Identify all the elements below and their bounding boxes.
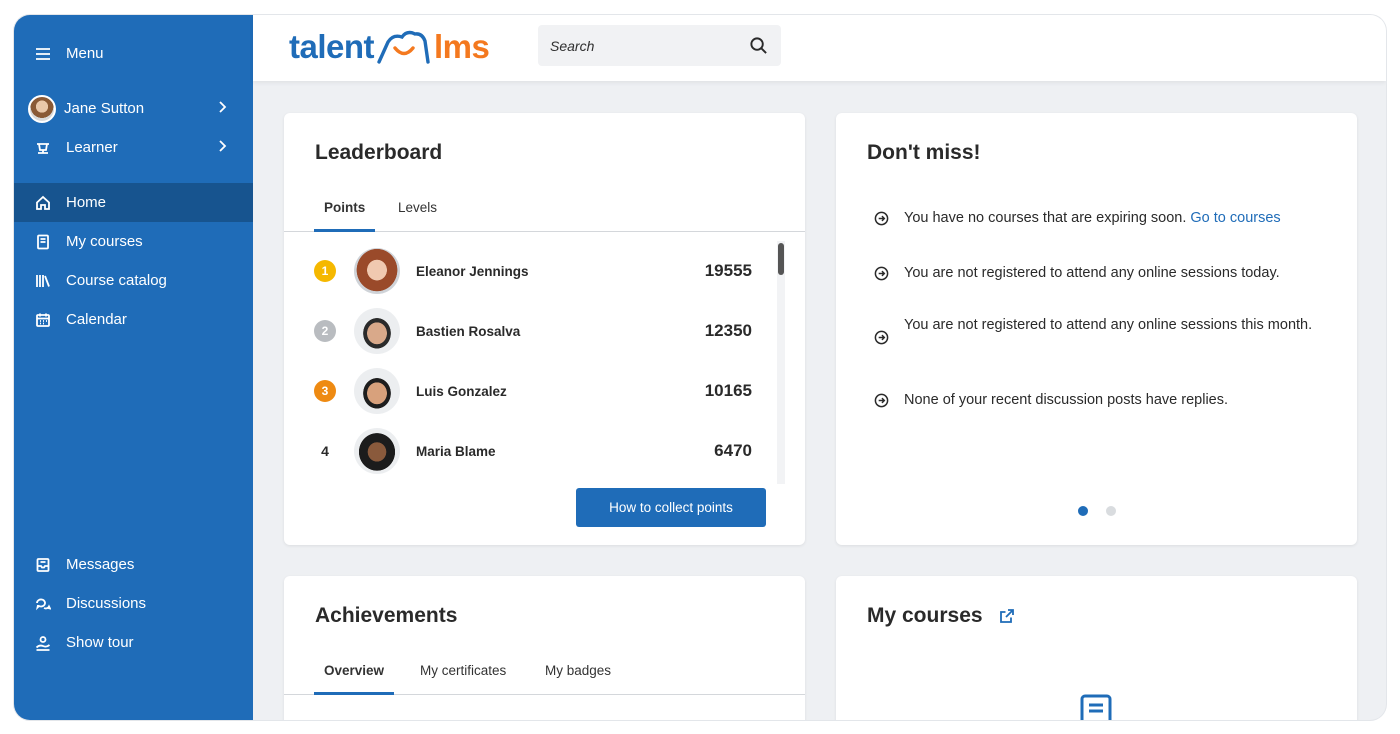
learner-points: 12350 [704,321,752,340]
avatar [354,368,400,414]
leaderboard-row[interactable]: 4 Maria Blame 6470 [314,421,752,481]
learner-points: 19555 [704,261,752,280]
app-frame: Menu Jane Sutton Learner Home My courses… [14,15,1386,720]
sidebar-item-label: Messages [66,556,135,573]
notice-item: You are not registered to attend any onl… [874,313,1314,345]
arrow-circle-icon [874,210,890,226]
learner-points: 10165 [704,381,752,400]
sidebar-item-label: Discussions [66,595,147,612]
tour-icon [34,634,52,652]
sidebar-item-discussions[interactable]: Discussions [14,584,253,623]
notice-text: You have no courses that are expiring so… [904,210,1187,226]
logo-text-lms: lms [434,28,490,65]
home-icon [34,194,52,212]
chevron-right-icon [215,139,231,155]
cloud-logo-icon [377,30,430,64]
sidebar-item-my-courses[interactable]: My courses [14,222,253,261]
leaderboard-card: Leaderboard Points Levels 1 Eleanor Jenn… [284,113,805,545]
notice-text: You are not registered to attend any onl… [904,265,1280,281]
dont-miss-title: Don't miss! [867,141,981,164]
notice-item: None of your recent discussion posts hav… [874,388,1334,412]
tab-my-certificates[interactable]: My certificates [410,657,516,695]
tab-my-badges[interactable]: My badges [535,657,621,695]
leaderboard-row[interactable]: 3 Luis Gonzalez 10165 [314,361,752,421]
library-icon [34,272,52,290]
scrollbar-thumb[interactable] [778,243,784,275]
notice-text: You are not registered to attend any onl… [904,317,1313,333]
role-switcher[interactable]: Learner [14,128,253,167]
bronze-medal-icon: 3 [314,380,336,402]
graduation-icon [34,139,52,157]
tab-levels[interactable]: Levels [388,194,447,232]
avatar [354,428,400,474]
my-courses-card: My courses [836,576,1357,720]
book-icon [34,233,52,251]
menu-toggle[interactable]: Menu [14,34,253,73]
avatar [28,94,56,123]
top-bar: talent lms [253,15,1386,81]
dont-miss-card: Don't miss! You have no courses that are… [836,113,1357,545]
search-box [538,25,781,66]
sidebar-item-messages[interactable]: Messages [14,545,253,584]
sidebar-item-label: Calendar [66,311,127,328]
gold-medal-icon: 1 [314,260,336,282]
chat-icon [34,595,52,613]
sidebar-item-label: Course catalog [66,272,167,289]
user-profile[interactable]: Jane Sutton [14,89,253,128]
arrow-circle-icon [874,392,890,408]
carousel-dot-active[interactable] [1078,506,1088,516]
notice-item: You have no courses that are expiring so… [874,206,1334,230]
silver-medal-icon: 2 [314,320,336,342]
notice-item: You are not registered to attend any onl… [874,261,1334,285]
learner-name: Bastien Rosalva [416,323,521,339]
role-label: Learner [66,139,118,156]
avatar [354,248,400,294]
leaderboard-row[interactable]: 1 Eleanor Jennings 19555 [314,241,752,301]
sidebar-item-show-tour[interactable]: Show tour [14,623,253,662]
user-name: Jane Sutton [64,100,145,117]
chevron-right-icon [215,100,231,116]
menu-label: Menu [66,45,104,62]
learner-points: 6470 [714,441,752,460]
talentlms-logo[interactable]: talent lms [289,27,490,67]
calendar-icon [34,311,52,329]
avatar [354,308,400,354]
logo-text-talent: talent [289,28,375,65]
sidebar: Menu Jane Sutton Learner Home My courses… [14,15,253,720]
sidebar-item-calendar[interactable]: Calendar [14,300,253,339]
notice-text: None of your recent discussion posts hav… [904,392,1229,408]
tab-overview[interactable]: Overview [314,657,395,695]
achievements-tabs: Overview My certificates My badges [284,657,805,695]
sidebar-item-label: Show tour [66,634,134,651]
sidebar-item-home[interactable]: Home [14,183,253,222]
learner-name: Luis Gonzalez [416,383,507,399]
inbox-icon [34,556,52,574]
achievements-title: Achievements [315,604,458,627]
carousel-dot[interactable] [1106,506,1116,516]
search-icon[interactable] [749,36,769,56]
scrollbar-track[interactable] [777,241,785,484]
tab-points[interactable]: Points [314,194,376,232]
leaderboard-row[interactable]: 2 Bastien Rosalva 12350 [314,301,752,361]
learner-name: Maria Blame [416,443,496,459]
sidebar-item-label: My courses [66,233,143,250]
sidebar-item-course-catalog[interactable]: Course catalog [14,261,253,300]
go-to-courses-link[interactable]: Go to courses [1190,210,1280,226]
how-to-collect-points-button[interactable]: How to collect points [576,488,766,527]
learner-name: Eleanor Jennings [416,263,529,279]
hamburger-icon [34,45,52,63]
external-link-icon[interactable] [999,608,1017,626]
leaderboard-tabs: Points Levels [284,194,805,232]
course-document-icon [1080,694,1112,720]
my-courses-title[interactable]: My courses [867,604,983,628]
rank-number: 4 [321,443,329,459]
leaderboard-title: Leaderboard [315,141,443,164]
sidebar-item-label: Home [66,194,107,211]
achievements-card: Achievements Overview My certificates My… [284,576,805,720]
arrow-circle-icon [874,329,890,345]
arrow-circle-icon [874,265,890,281]
search-input[interactable] [550,37,750,54]
